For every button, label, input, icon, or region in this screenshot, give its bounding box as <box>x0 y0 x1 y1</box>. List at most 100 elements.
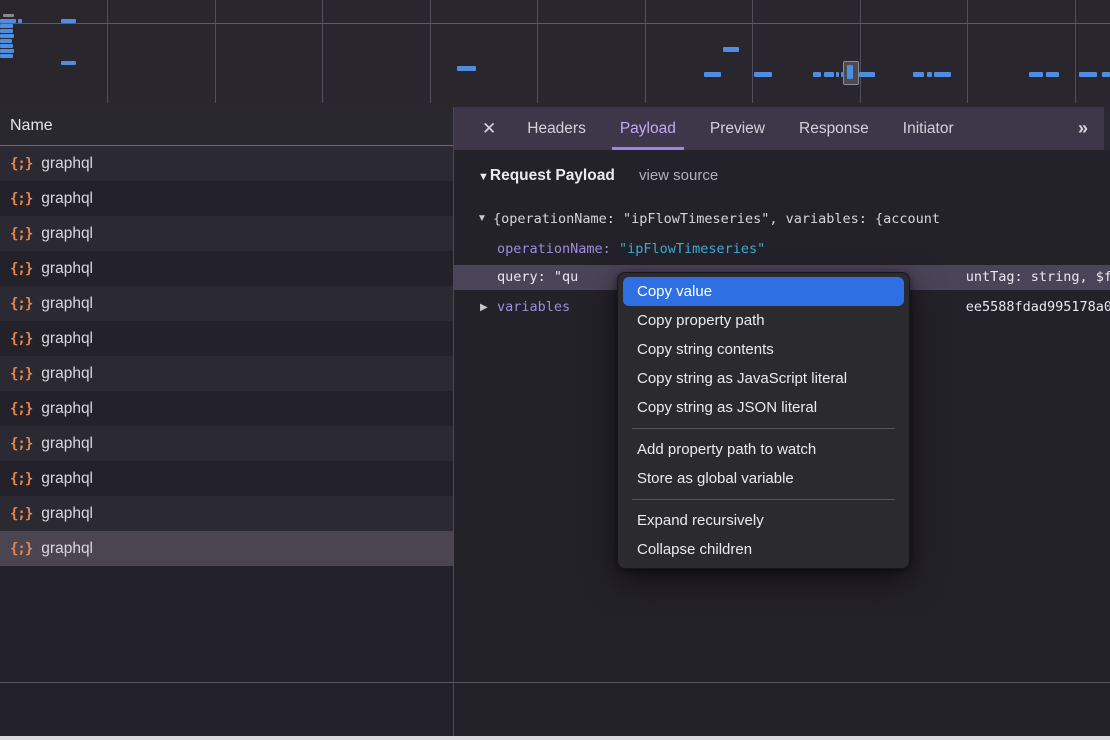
table-row[interactable]: {;}graphql <box>0 251 453 286</box>
table-row[interactable]: {;}graphql <box>0 146 453 181</box>
request-name-label: graphql <box>41 435 93 453</box>
menu-item-copy-property-path[interactable]: Copy property path <box>623 306 904 335</box>
variables-right-text: ee5588fdad995178a0 <box>966 295 1110 320</box>
network-overview-timeline[interactable] <box>0 0 1110 111</box>
timeline-gridline <box>645 0 646 103</box>
table-row[interactable]: {;} graphql <box>0 286 453 321</box>
tab-payload[interactable]: Payload <box>612 107 684 150</box>
tab-response[interactable]: Response <box>791 107 877 150</box>
timeline-gridline <box>860 0 861 103</box>
section-title: Request Payload <box>490 167 615 184</box>
timeline-row-divider <box>0 23 1110 24</box>
table-row[interactable]: {;} graphql <box>0 426 453 461</box>
request-payload-section-header[interactable]: ▼Request Payload view source <box>478 167 1110 191</box>
table-row[interactable]: {;} graphql <box>0 391 453 426</box>
waterfall-bar <box>0 34 14 38</box>
menu-separator <box>632 499 895 500</box>
waterfall-bar <box>841 72 844 77</box>
waterfall-bar <box>0 19 16 23</box>
menu-item-copy-string-contents[interactable]: Copy string contents <box>623 335 904 364</box>
timeline-gridline <box>1075 0 1076 103</box>
view-source-link[interactable]: view source <box>639 167 718 184</box>
request-name-label: graphql <box>41 260 93 278</box>
more-tabs-icon[interactable]: » <box>1078 107 1086 150</box>
menu-item-expand-recursively[interactable]: Expand recursively <box>623 506 904 535</box>
operation-name-value: "ipFlowTimeseries" <box>619 241 765 257</box>
menu-item-copy-string-as-json-literal[interactable]: Copy string as JSON literal <box>623 393 904 422</box>
footer-divider <box>0 682 1110 683</box>
operation-name-row[interactable]: operationName: "ipFlowTimeseries" <box>454 237 1110 261</box>
waterfall-bar <box>0 39 12 43</box>
json-braces-icon: {;} <box>10 156 32 172</box>
table-row[interactable]: {;} graphql <box>0 461 453 496</box>
request-list: {;} graphql {;} graphql {;} graphql {;} graphql… <box>0 146 453 566</box>
timeline-gridline <box>967 0 968 103</box>
timeline-gridline <box>322 0 323 103</box>
close-icon[interactable]: ✕ <box>468 107 510 150</box>
waterfall-bar <box>0 49 14 53</box>
json-braces-icon: {;} <box>10 401 32 417</box>
waterfall-bar <box>0 54 13 58</box>
expand-triangle-icon[interactable]: ▶ <box>480 295 488 320</box>
variables-key: variables <box>497 295 570 320</box>
collapse-triangle-icon[interactable]: ▼ <box>478 171 489 183</box>
request-name-label: graphql <box>41 400 93 418</box>
menu-item-store-as-global-variable[interactable]: Store as global variable <box>623 464 904 493</box>
request-table: Name {;}graphql{;}graphql{;}graphql{;}gr… <box>0 107 454 736</box>
table-row[interactable]: {;} graphql <box>0 531 453 566</box>
details-tab-bar: ✕ Headers Payload Preview Response Initiator… <box>454 107 1110 150</box>
json-braces-icon: {;} <box>10 226 32 242</box>
json-braces-icon: {;} <box>10 331 32 347</box>
json-braces-icon: {;} <box>10 191 32 207</box>
json-braces-icon: {;} <box>10 366 32 382</box>
query-left-text: query: "qu <box>497 265 578 290</box>
request-name-label: graphql <box>41 365 93 383</box>
waterfall-bar <box>847 65 853 79</box>
name-column-label: Name <box>10 117 53 135</box>
context-menu: Copy valueCopy property pathCopy string … <box>617 272 910 569</box>
payload-summary-text: {operationName: "ipFlowTimeseries", vari… <box>493 207 940 231</box>
tab-headers[interactable]: Headers <box>519 107 594 150</box>
waterfall-bar <box>0 44 13 48</box>
payload-root-row[interactable]: ▼ {operationName: "ipFlowTimeseries", va… <box>454 207 1110 231</box>
request-name-label: graphql <box>41 470 93 488</box>
waterfall-bar <box>0 29 13 33</box>
menu-item-collapse-children[interactable]: Collapse children <box>623 535 904 564</box>
json-braces-icon: {;} <box>10 541 32 557</box>
name-column-header[interactable]: Name <box>0 107 453 146</box>
tab-initiator[interactable]: Initiator <box>895 107 962 150</box>
tab-preview[interactable]: Preview <box>702 107 773 150</box>
table-row[interactable]: {;}graphql <box>0 321 453 356</box>
timeline-gridline <box>752 0 753 103</box>
request-name-label: graphql <box>41 295 93 313</box>
waterfall-bar <box>754 72 772 77</box>
waterfall-bar <box>836 72 839 77</box>
request-name-label: graphql <box>41 190 93 208</box>
table-row[interactable]: {;} graphql <box>0 181 453 216</box>
waterfall-bar <box>18 19 22 23</box>
expand-triangle-icon[interactable]: ▼ <box>477 207 487 231</box>
devtools-network-panel: Name {;}graphql{;}graphql{;}graphql{;}gr… <box>0 0 1110 740</box>
table-row[interactable]: {;}graphql <box>0 496 453 531</box>
waterfall-bar <box>1102 72 1110 77</box>
json-braces-icon: {;} <box>10 296 32 312</box>
waterfall-bar <box>3 14 14 17</box>
menu-separator <box>632 428 895 429</box>
menu-item-copy-value[interactable]: Copy value <box>623 277 904 306</box>
timeline-gridline <box>215 0 216 103</box>
menu-item-add-property-path-to-watch[interactable]: Add property path to watch <box>623 435 904 464</box>
waterfall-bar <box>61 61 76 65</box>
tabs: Headers Payload Preview Response Initiator <box>510 107 970 150</box>
table-row[interactable]: {;}graphql <box>0 216 453 251</box>
table-row[interactable]: {;} graphql <box>0 356 453 391</box>
menu-item-copy-string-as-javascript-literal[interactable]: Copy string as JavaScript literal <box>623 364 904 393</box>
waterfall-bar <box>913 72 924 77</box>
request-name-label: graphql <box>41 540 93 558</box>
json-braces-icon: {;} <box>10 436 32 452</box>
timeline-gridline <box>107 0 108 103</box>
json-braces-icon: {;} <box>10 471 32 487</box>
waterfall-bar <box>704 72 721 77</box>
waterfall-bar <box>723 47 739 52</box>
window-bottom-edge <box>0 736 1110 740</box>
waterfall-bar <box>1079 72 1097 77</box>
